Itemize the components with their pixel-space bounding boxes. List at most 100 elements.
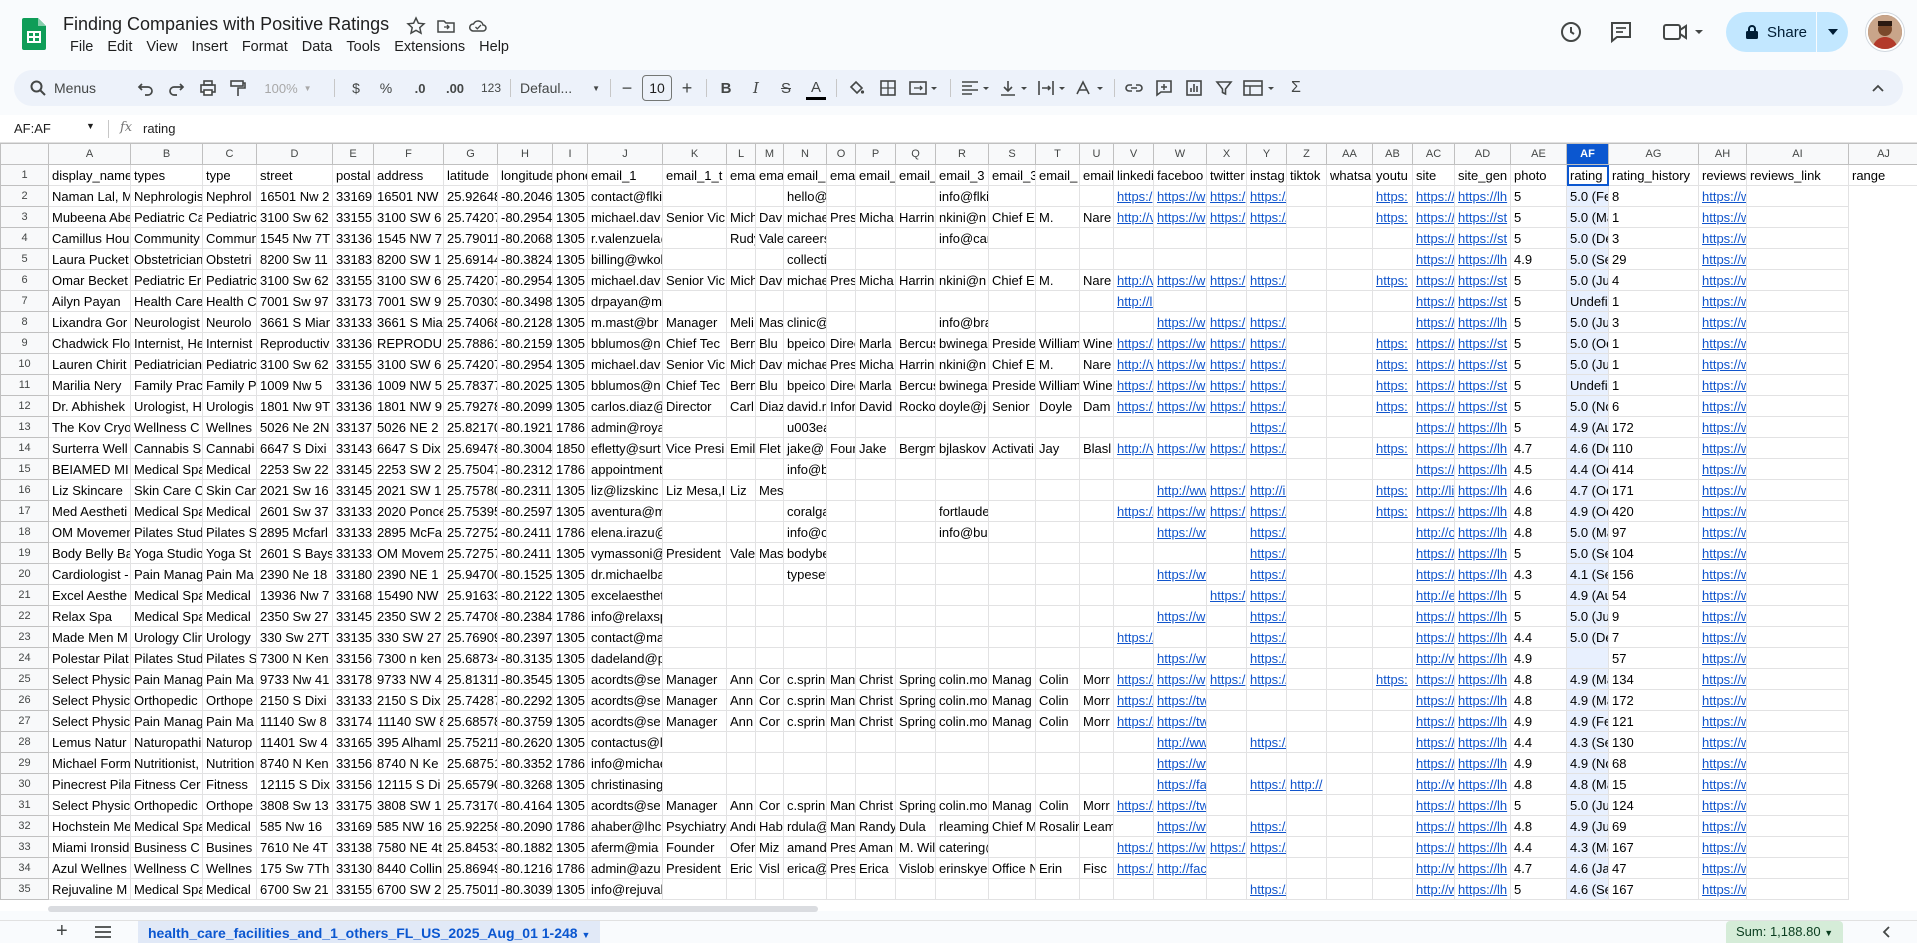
cell[interactable] [1207,522,1247,543]
cell[interactable]: Camillus Hou [49,228,131,249]
cell[interactable]: https: [1373,669,1413,690]
cell[interactable] [663,186,727,207]
cell[interactable]: https://www.google.com/map [1699,879,1747,900]
cell[interactable]: https://www.google.com/map [1699,396,1747,417]
cell[interactable] [784,879,827,900]
cell[interactable]: Undefined (De [1567,291,1609,312]
cell[interactable]: 1305 [553,249,588,270]
cell[interactable]: 3100 Sw 62 [257,270,333,291]
cell[interactable]: https://www.mian [1413,837,1455,858]
cell[interactable]: 11140 Sw 8 [257,711,333,732]
cell[interactable]: 4.9 (Aug-2022) [1567,585,1609,606]
cell[interactable] [1327,606,1373,627]
cell[interactable]: 25.72752 [444,522,498,543]
cell[interactable]: -80.1525 [498,564,553,585]
cell[interactable]: https://www.fac [1154,816,1207,837]
cell[interactable]: colin.mo [936,711,989,732]
cell[interactable] [1036,501,1080,522]
cell[interactable]: https://www.google.com/map [1699,543,1747,564]
cell[interactable]: https://w [1154,501,1207,522]
cell[interactable]: Liz Mesa,I [663,480,727,501]
cell[interactable]: Preside [989,333,1036,354]
cell[interactable]: Orthopedic [131,690,203,711]
cell[interactable]: https:/ [1207,837,1247,858]
cell[interactable]: Ann [727,690,756,711]
cell[interactable]: https://www.google.com/map [1699,333,1747,354]
cell[interactable]: https://www.relax [1413,606,1455,627]
cell[interactable]: 57 [1609,648,1699,669]
cell[interactable] [1327,711,1373,732]
cell[interactable]: 121 [1609,711,1699,732]
cell[interactable]: info@michaelformandom.com [588,753,663,774]
cell[interactable]: https://twitter.com/select_pt [1154,795,1207,816]
cell[interactable] [784,753,827,774]
cell[interactable]: Morr [1080,669,1114,690]
cell[interactable] [1247,858,1287,879]
version-history-icon[interactable] [1558,19,1584,45]
cell[interactable]: Diaz [756,396,784,417]
cell[interactable]: 2390 Ne 18 [257,564,333,585]
cell[interactable]: 175 Sw 7Th [257,858,333,879]
bold-icon[interactable]: B [716,78,736,98]
cell[interactable]: Pain Ma [203,669,257,690]
cell[interactable]: site_gen [1455,165,1511,186]
cell[interactable] [1207,417,1247,438]
cell[interactable]: 1 [1609,354,1699,375]
cell[interactable]: Pilates S [203,648,257,669]
cell[interactable]: info@beiamedispa.com [784,459,827,480]
cell[interactable] [1373,585,1413,606]
cell[interactable]: https://lh [1455,837,1511,858]
cell[interactable]: Emil [727,438,756,459]
cell[interactable]: 5 [1511,207,1567,228]
cell[interactable]: Pres [827,354,856,375]
cell[interactable]: 33169 [333,186,374,207]
cell[interactable]: 1 [1609,291,1699,312]
cell[interactable]: 4.6 (Jan-2023) [1567,858,1609,879]
cell[interactable] [936,648,989,669]
cell[interactable]: Wine [1080,333,1114,354]
cell[interactable]: 1305 [553,501,588,522]
cell[interactable] [1287,249,1327,270]
cell[interactable] [896,879,936,900]
cell[interactable] [1080,417,1114,438]
cell[interactable]: http://v [1114,207,1154,228]
cell[interactable]: 33156 [333,753,374,774]
cell[interactable]: 33173 [333,291,374,312]
cell[interactable] [827,459,856,480]
column-header-af[interactable]: AF [1567,144,1609,165]
cell[interactable]: https://www.google.com/map [1699,480,1747,501]
cell[interactable]: Naturop [203,732,257,753]
cell[interactable]: Dav [756,270,784,291]
cell[interactable]: 5 [1511,543,1567,564]
cell[interactable]: 5.0 (Jul-2022), [1567,606,1609,627]
cell[interactable] [1747,522,1849,543]
cell[interactable]: 25.81311 [444,669,498,690]
cell[interactable] [784,606,827,627]
cell[interactable]: https://www.instagram.com [1247,417,1287,438]
cell[interactable]: 33143 [333,438,374,459]
cell[interactable]: Micha [856,270,896,291]
cell[interactable] [989,837,1036,858]
cell[interactable]: Marla [856,333,896,354]
cell[interactable]: https://www.sele [1413,795,1455,816]
cell[interactable]: 7001 SW 9 [374,291,444,312]
cell[interactable]: https:/ [1207,396,1247,417]
cell[interactable]: 25.68734 [444,648,498,669]
cell[interactable]: coralgables@medaesthet [784,501,827,522]
cell[interactable]: 3100 Sw 62 [257,207,333,228]
merge-cells-icon[interactable] [908,78,940,98]
cell[interactable]: Neurologist [131,312,203,333]
cell[interactable]: display_name [49,165,131,186]
cell[interactable]: https://www.ti [1247,375,1287,396]
cell[interactable]: 5 [1511,879,1567,900]
cell[interactable]: david.r [784,396,827,417]
cell[interactable]: https://www.google.com/map [1699,354,1747,375]
column-header-p[interactable]: P [856,144,896,165]
cell[interactable]: Psychiatry [663,816,727,837]
cell[interactable]: https://www.instagram.com [1247,207,1287,228]
cell[interactable]: 33155 [333,354,374,375]
cell[interactable] [856,648,896,669]
cell[interactable]: 1305 [553,186,588,207]
cell[interactable]: 33133 [333,501,374,522]
cell[interactable] [1327,333,1373,354]
